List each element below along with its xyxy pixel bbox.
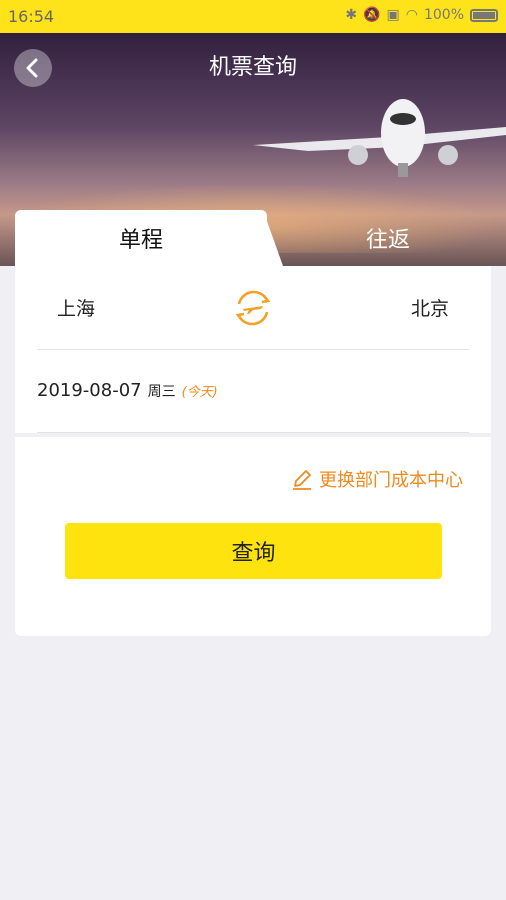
swap-cities-icon[interactable] <box>231 286 275 330</box>
page-title: 机票查询 <box>208 55 297 80</box>
tab-one-way[interactable]: 单程 <box>15 210 267 266</box>
change-dept-link[interactable]: 更换部门成本中心 <box>291 466 463 492</box>
status-time: 16:54 <box>8 7 55 26</box>
departure-date-row[interactable]: 2019-08-07 周三 (今天) <box>37 380 218 401</box>
airplane-image <box>253 99 506 177</box>
divider <box>37 349 469 350</box>
status-bar: 16:54 ✱ 🔕 ▣ ◠ 100% <box>0 0 506 33</box>
query-button[interactable]: 查询 <box>65 523 442 579</box>
sim-icon: ▣ <box>386 7 400 23</box>
status-icons: ✱ 🔕 ▣ ◠ 100% <box>345 7 498 23</box>
departure-city[interactable]: 上海 <box>57 294 95 321</box>
trip-type-tabs: 单程 往返 <box>15 210 491 266</box>
pencil-icon <box>293 470 311 490</box>
today-label: (今天) <box>181 385 218 400</box>
change-dept-label: 更换部门成本中心 <box>319 470 463 491</box>
battery-percent: 100% <box>423 7 464 23</box>
mute-icon: 🔕 <box>363 7 381 23</box>
search-card: 上海 北京 2019-08-07 周三 (今天) 更换部门成本中心 查询 <box>15 266 491 636</box>
bluetooth-icon: ✱ <box>345 7 358 23</box>
wifi-icon: ◠ <box>405 7 418 23</box>
tab-round-trip[interactable]: 往返 <box>285 210 491 266</box>
departure-date: 2019-08-07 <box>37 380 142 401</box>
battery-icon <box>470 8 498 22</box>
arrival-city[interactable]: 北京 <box>411 294 449 321</box>
section-gap <box>15 433 491 437</box>
weekday: 周三 <box>147 384 176 400</box>
